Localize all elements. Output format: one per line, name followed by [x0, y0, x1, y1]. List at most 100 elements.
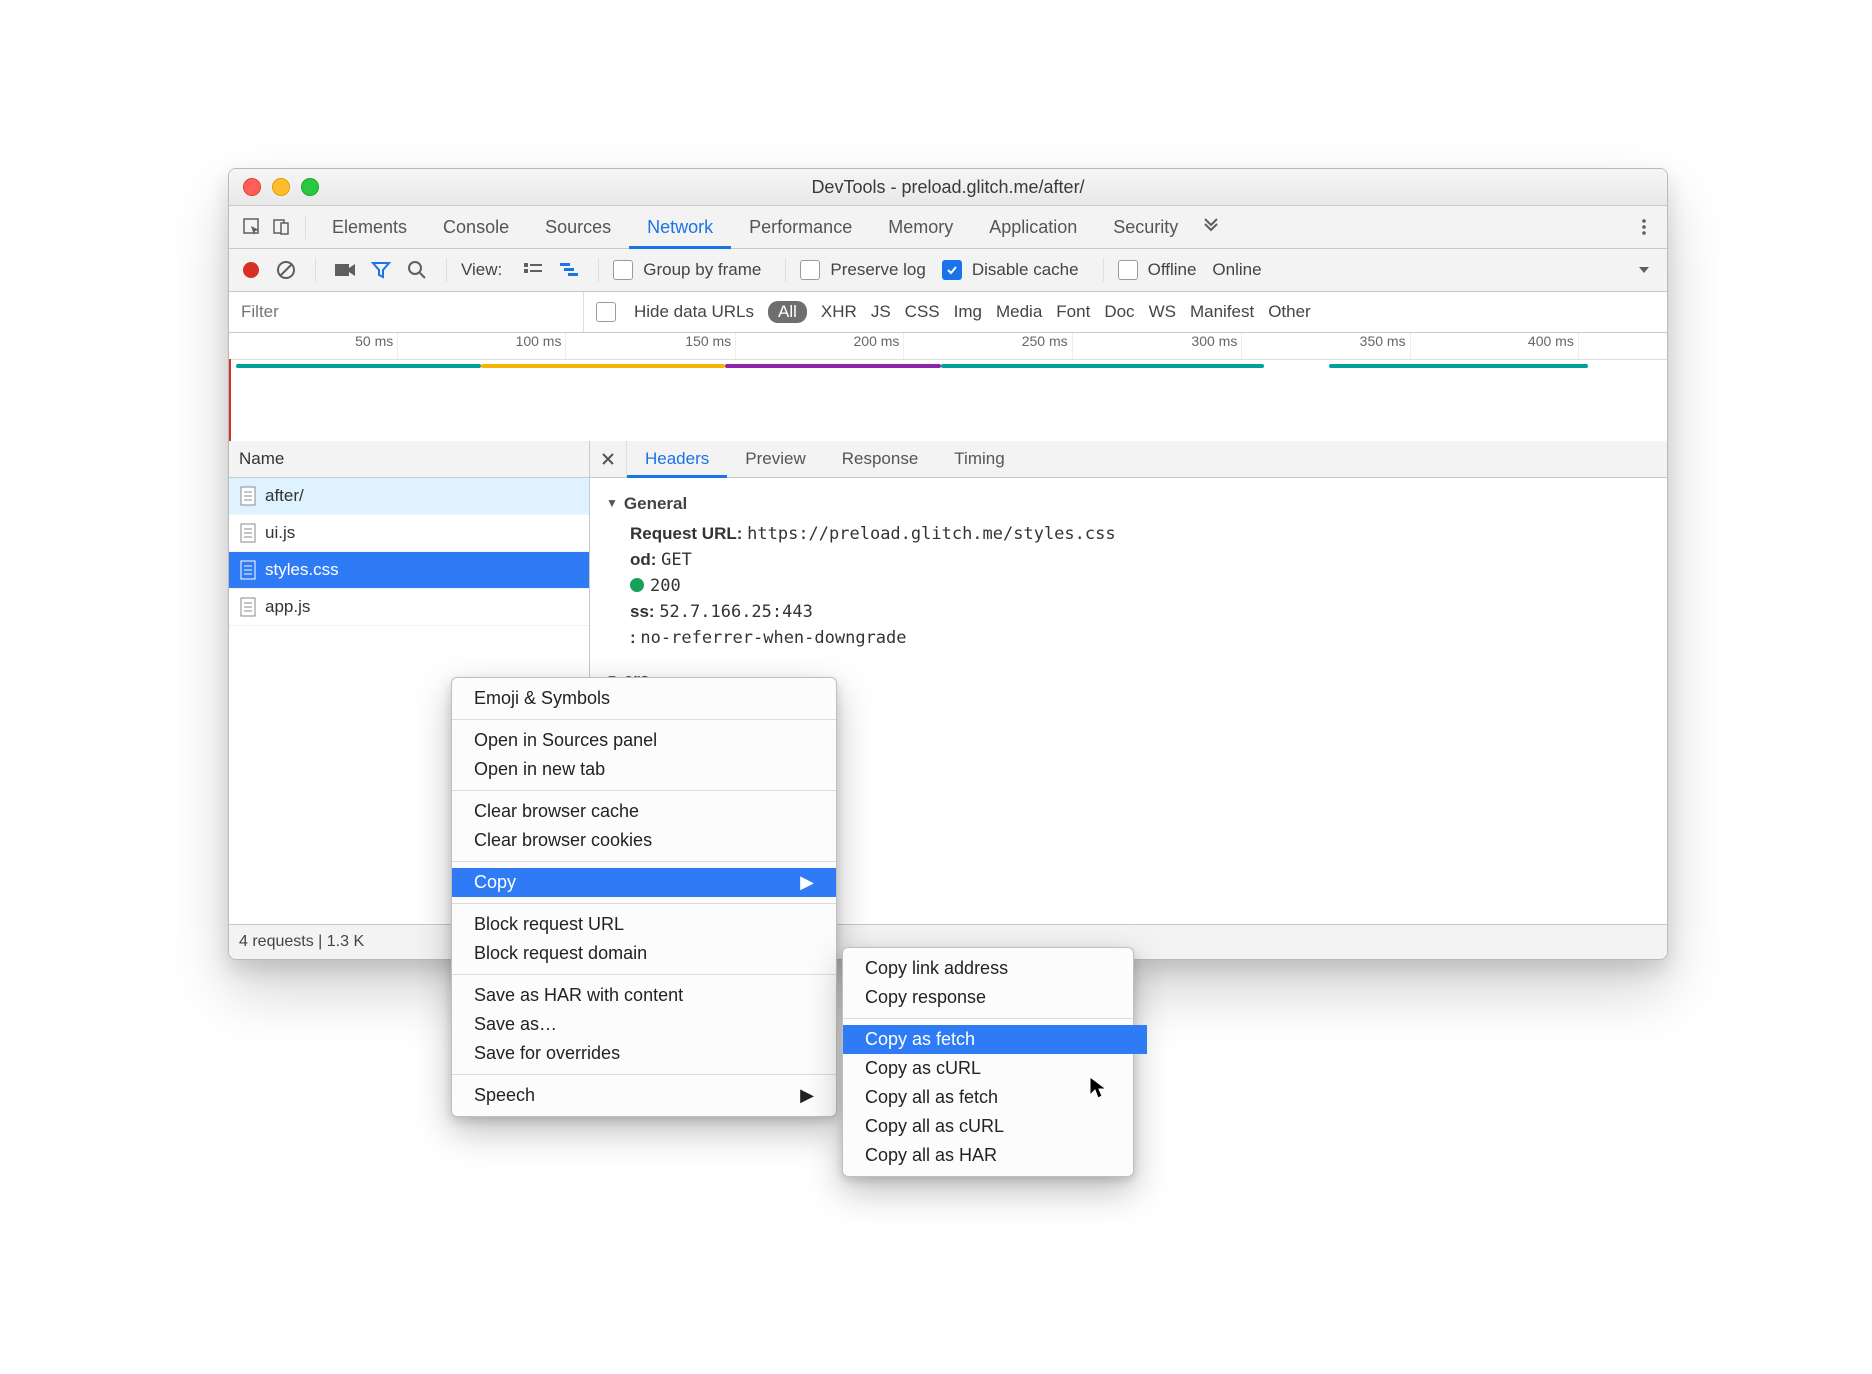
- submenu-copy-all-curl[interactable]: Copy all as cURL: [843, 1112, 1147, 1141]
- document-icon: [239, 597, 257, 617]
- submenu-copy-curl[interactable]: Copy as cURL: [843, 1054, 1147, 1083]
- filter-icon[interactable]: [366, 255, 396, 285]
- tab-console[interactable]: Console: [425, 206, 527, 248]
- type-img[interactable]: Img: [954, 302, 982, 322]
- filter-row: Hide data URLs All XHR JS CSS Img Media …: [229, 292, 1667, 333]
- detail-tab-headers[interactable]: Headers: [627, 441, 727, 477]
- tab-elements[interactable]: Elements: [314, 206, 425, 248]
- hide-data-urls-checkbox[interactable]: [596, 302, 616, 322]
- name-column-header[interactable]: Name: [229, 441, 589, 478]
- menu-emoji[interactable]: Emoji & Symbols: [452, 684, 836, 713]
- type-manifest[interactable]: Manifest: [1190, 302, 1254, 322]
- submenu-copy-all-fetch[interactable]: Copy all as fetch: [843, 1083, 1147, 1112]
- inspect-element-icon[interactable]: [237, 212, 267, 242]
- type-all[interactable]: All: [768, 301, 807, 323]
- disable-cache-checkbox[interactable]: [942, 260, 962, 280]
- request-row-after[interactable]: after/: [229, 478, 589, 515]
- tick-200ms: 200 ms: [854, 333, 904, 349]
- devtools-window: DevTools - preload.glitch.me/after/ Elem…: [228, 168, 1668, 960]
- general-section[interactable]: ▼General: [606, 494, 1651, 514]
- search-icon[interactable]: [402, 255, 432, 285]
- status-code: 200: [650, 576, 681, 596]
- close-window-button[interactable]: [243, 178, 261, 196]
- tick-350ms: 350 ms: [1360, 333, 1410, 349]
- type-font[interactable]: Font: [1056, 302, 1090, 322]
- filter-input[interactable]: [229, 292, 584, 332]
- tick-50ms: 50 ms: [355, 333, 397, 349]
- main-tabs: Elements Console Sources Network Perform…: [229, 206, 1667, 249]
- submenu-copy-fetch[interactable]: Copy as fetch: [843, 1025, 1147, 1054]
- tab-memory[interactable]: Memory: [870, 206, 971, 248]
- request-url-label: Request URL:: [630, 524, 742, 543]
- remote-address-label: ss:: [630, 602, 655, 621]
- file-name: styles.css: [265, 560, 339, 580]
- tick-150ms: 150 ms: [685, 333, 735, 349]
- window-controls: [243, 178, 319, 196]
- file-name: app.js: [265, 597, 310, 617]
- type-xhr[interactable]: XHR: [821, 302, 857, 322]
- submenu-copy-response[interactable]: Copy response: [843, 983, 1147, 1012]
- request-row-styles-css[interactable]: styles.css: [229, 552, 589, 589]
- menu-clear-cookies[interactable]: Clear browser cookies: [452, 826, 836, 855]
- tab-security[interactable]: Security: [1095, 206, 1196, 248]
- timeline[interactable]: 50 ms 100 ms 150 ms 200 ms 250 ms 300 ms…: [229, 333, 1667, 446]
- titlebar: DevTools - preload.glitch.me/after/: [229, 169, 1667, 206]
- type-js[interactable]: JS: [871, 302, 891, 322]
- type-doc[interactable]: Doc: [1104, 302, 1134, 322]
- tick-100ms: 100 ms: [516, 333, 566, 349]
- group-by-frame-label: Group by frame: [643, 260, 761, 280]
- menu-save-overrides[interactable]: Save for overrides: [452, 1039, 836, 1068]
- method-label: od:: [630, 550, 656, 569]
- detail-tab-preview[interactable]: Preview: [727, 441, 823, 477]
- submenu-copy-all-har[interactable]: Copy all as HAR: [843, 1141, 1147, 1170]
- offline-label: Offline: [1148, 260, 1197, 280]
- method-value: GET: [661, 550, 692, 570]
- camera-icon[interactable]: [330, 255, 360, 285]
- type-other[interactable]: Other: [1268, 302, 1311, 322]
- tabs-overflow-icon[interactable]: [1196, 212, 1226, 242]
- detail-tab-response[interactable]: Response: [824, 441, 937, 477]
- menu-open-sources[interactable]: Open in Sources panel: [452, 726, 836, 755]
- request-row-app-js[interactable]: app.js: [229, 589, 589, 626]
- hide-data-urls-label: Hide data URLs: [634, 302, 754, 322]
- disable-cache-label: Disable cache: [972, 260, 1079, 280]
- menu-block-domain[interactable]: Block request domain: [452, 939, 836, 968]
- kebab-menu-icon[interactable]: [1629, 212, 1659, 242]
- group-by-frame-checkbox[interactable]: [613, 260, 633, 280]
- copy-submenu: Copy link address Copy response Copy as …: [842, 947, 1134, 1177]
- preserve-log-checkbox[interactable]: [800, 260, 820, 280]
- throttling-dropdown-icon[interactable]: [1629, 255, 1659, 285]
- zoom-window-button[interactable]: [301, 178, 319, 196]
- network-toolbar: View: Group by frame Preserve log Disabl…: [229, 249, 1667, 292]
- submenu-arrow-icon: ▶: [800, 872, 814, 893]
- tab-sources[interactable]: Sources: [527, 206, 629, 248]
- referrer-policy-label: :: [630, 628, 636, 647]
- detail-tab-timing[interactable]: Timing: [936, 441, 1022, 477]
- menu-clear-cache[interactable]: Clear browser cache: [452, 797, 836, 826]
- menu-speech[interactable]: Speech▶: [452, 1081, 836, 1110]
- type-ws[interactable]: WS: [1149, 302, 1176, 322]
- clear-icon[interactable]: [271, 255, 301, 285]
- type-css[interactable]: CSS: [905, 302, 940, 322]
- tab-application[interactable]: Application: [971, 206, 1095, 248]
- submenu-copy-link[interactable]: Copy link address: [843, 954, 1147, 983]
- menu-block-url[interactable]: Block request URL: [452, 910, 836, 939]
- menu-save-as[interactable]: Save as…: [452, 1010, 836, 1039]
- record-button[interactable]: [237, 262, 265, 278]
- offline-checkbox[interactable]: [1118, 260, 1138, 280]
- minimize-window-button[interactable]: [272, 178, 290, 196]
- view-waterfall-icon[interactable]: [554, 255, 584, 285]
- view-list-icon[interactable]: [518, 255, 548, 285]
- type-media[interactable]: Media: [996, 302, 1042, 322]
- menu-save-har[interactable]: Save as HAR with content: [452, 981, 836, 1010]
- tab-network[interactable]: Network: [629, 206, 731, 248]
- waterfall-bars: [229, 359, 1667, 373]
- request-row-ui-js[interactable]: ui.js: [229, 515, 589, 552]
- menu-open-tab[interactable]: Open in new tab: [452, 755, 836, 784]
- tab-performance[interactable]: Performance: [731, 206, 870, 248]
- document-icon: [239, 523, 257, 543]
- status-text: 4 requests | 1.3 K: [239, 933, 364, 951]
- menu-copy[interactable]: Copy▶: [452, 868, 836, 897]
- device-toolbar-icon[interactable]: [267, 212, 297, 242]
- close-detail-icon[interactable]: [590, 441, 627, 477]
